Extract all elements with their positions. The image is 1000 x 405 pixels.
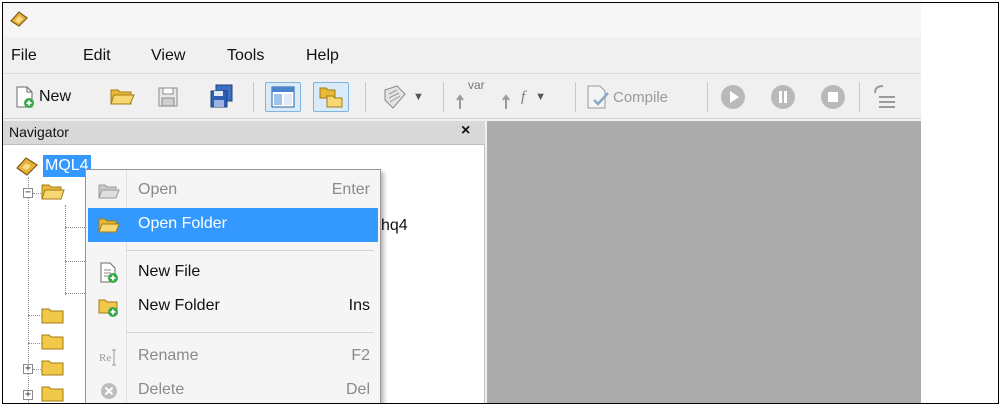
expand-toggle-icon[interactable]: + xyxy=(23,364,33,374)
stop-debug-button[interactable] xyxy=(819,82,847,112)
tree-guide-line xyxy=(65,205,66,295)
menu-view[interactable]: View xyxy=(151,47,185,65)
context-menu-label: New File xyxy=(138,263,201,280)
context-menu-label: New Folder xyxy=(138,297,220,314)
script-scroll-icon xyxy=(384,85,406,109)
navigator-title: Navigator xyxy=(9,124,69,140)
title-bar xyxy=(3,3,921,37)
save-button[interactable] xyxy=(157,82,179,112)
new-button[interactable]: New xyxy=(13,82,71,112)
expand-toggle-icon[interactable]: + xyxy=(23,390,33,400)
delete-icon xyxy=(101,383,117,399)
context-menu-separator xyxy=(126,250,374,251)
mql4-root-icon xyxy=(16,157,38,176)
context-menu-rename[interactable]: Re Rename F2 xyxy=(88,340,378,374)
open-button[interactable] xyxy=(109,82,135,112)
navigator-header: Navigator × xyxy=(3,121,485,145)
new-button-label: New xyxy=(39,88,72,105)
rename-icon: Re xyxy=(99,349,116,366)
menu-edit[interactable]: Edit xyxy=(83,47,111,65)
toolbar-separator xyxy=(575,82,576,112)
toolbar-separator xyxy=(707,82,708,112)
navigator-toggle-button[interactable] xyxy=(265,82,301,112)
tree-guide-line xyxy=(28,315,42,316)
context-menu-label: Open xyxy=(138,181,178,198)
context-menu-separator xyxy=(126,332,374,333)
toolbar-separator xyxy=(365,82,366,112)
save-disk-icon xyxy=(158,87,178,107)
context-menu-label: Open Folder xyxy=(138,215,227,232)
folder-tree-icon xyxy=(319,87,343,108)
context-menu-open-folder[interactable]: Open Folder xyxy=(88,208,378,242)
menu-bar: File Edit View Tools Help xyxy=(3,37,921,73)
pause-icon xyxy=(771,85,795,109)
context-menu-label: Delete xyxy=(138,381,185,398)
menu-tools[interactable]: Tools xyxy=(227,47,264,65)
tree-guide-line xyxy=(65,227,85,228)
context-menu-shortcut: Enter xyxy=(331,181,370,198)
menu-file[interactable]: File xyxy=(11,47,37,65)
folder-icon xyxy=(41,308,64,324)
compile-label: Compile xyxy=(613,88,669,106)
toolbar-separator xyxy=(859,82,860,112)
toolbar-separator xyxy=(253,82,254,112)
step-into-icon xyxy=(874,85,895,108)
new-file-icon xyxy=(16,86,34,108)
step-button[interactable] xyxy=(869,82,899,112)
save-all-button[interactable] xyxy=(209,82,235,112)
context-menu-new-file[interactable]: New File xyxy=(88,256,378,290)
tree-guide-line xyxy=(28,343,42,344)
function-label: f xyxy=(521,88,526,105)
folder-icon xyxy=(41,386,64,402)
svg-text:Re: Re xyxy=(99,352,111,364)
context-menu: Open Enter Open Folder New File New Fold… xyxy=(85,169,381,403)
context-menu-shortcut: Ins xyxy=(348,297,370,314)
editor-area[interactable] xyxy=(487,121,921,403)
metaeditor-window: File Edit View Tools Help New ▼ var f ▼ … xyxy=(3,3,921,403)
dropdown-arrow-icon: ▼ xyxy=(535,91,547,103)
context-menu-delete[interactable]: Delete Del xyxy=(88,374,378,403)
templates-button[interactable]: ▼ xyxy=(381,82,424,112)
insert-function-icon xyxy=(502,94,510,109)
folder-icon xyxy=(41,334,64,350)
tree-guide-line xyxy=(65,293,85,294)
toolbox-toggle-button[interactable] xyxy=(313,82,349,112)
insert-function-button[interactable]: f ▼ xyxy=(501,82,546,112)
save-all-icon xyxy=(210,84,233,108)
pause-debug-button[interactable] xyxy=(769,82,797,112)
compile-button[interactable]: Compile xyxy=(585,82,668,112)
tree-root-label[interactable]: MQL4 xyxy=(43,155,91,177)
folder-icon xyxy=(41,360,64,376)
dropdown-arrow-icon: ▼ xyxy=(413,91,424,103)
tree-guide-line xyxy=(65,261,85,262)
insert-variable-button[interactable]: var xyxy=(455,78,485,112)
stop-icon xyxy=(821,85,845,109)
compile-icon xyxy=(587,85,609,109)
menu-help[interactable]: Help xyxy=(306,47,339,65)
tree-item-label[interactable]: hq4 xyxy=(381,217,408,235)
navigator-panel-icon xyxy=(271,86,295,108)
new-file-icon xyxy=(100,262,118,283)
screenshot-frame: File Edit View Tools Help New ▼ var f ▼ … xyxy=(2,2,999,404)
context-menu-open[interactable]: Open Enter xyxy=(88,174,378,208)
open-folder-icon xyxy=(110,89,135,105)
app-logo-icon xyxy=(10,11,28,27)
start-debug-button[interactable] xyxy=(719,82,747,112)
new-folder-icon xyxy=(98,299,118,317)
open-folder-icon xyxy=(98,218,120,233)
play-icon xyxy=(721,85,745,109)
open-folder-icon xyxy=(41,184,65,200)
navigator-close-icon[interactable]: × xyxy=(461,122,470,140)
collapse-toggle-icon[interactable]: − xyxy=(23,188,33,198)
context-menu-new-folder[interactable]: New Folder Ins xyxy=(88,290,378,324)
context-menu-shortcut: F2 xyxy=(351,347,370,364)
toolbar-separator xyxy=(443,82,444,112)
var-label: var xyxy=(468,78,485,92)
toolbar: New ▼ var f ▼ Compile xyxy=(3,73,921,119)
context-menu-label: Rename xyxy=(138,347,199,364)
open-icon xyxy=(98,184,120,199)
context-menu-shortcut: Del xyxy=(345,381,370,398)
